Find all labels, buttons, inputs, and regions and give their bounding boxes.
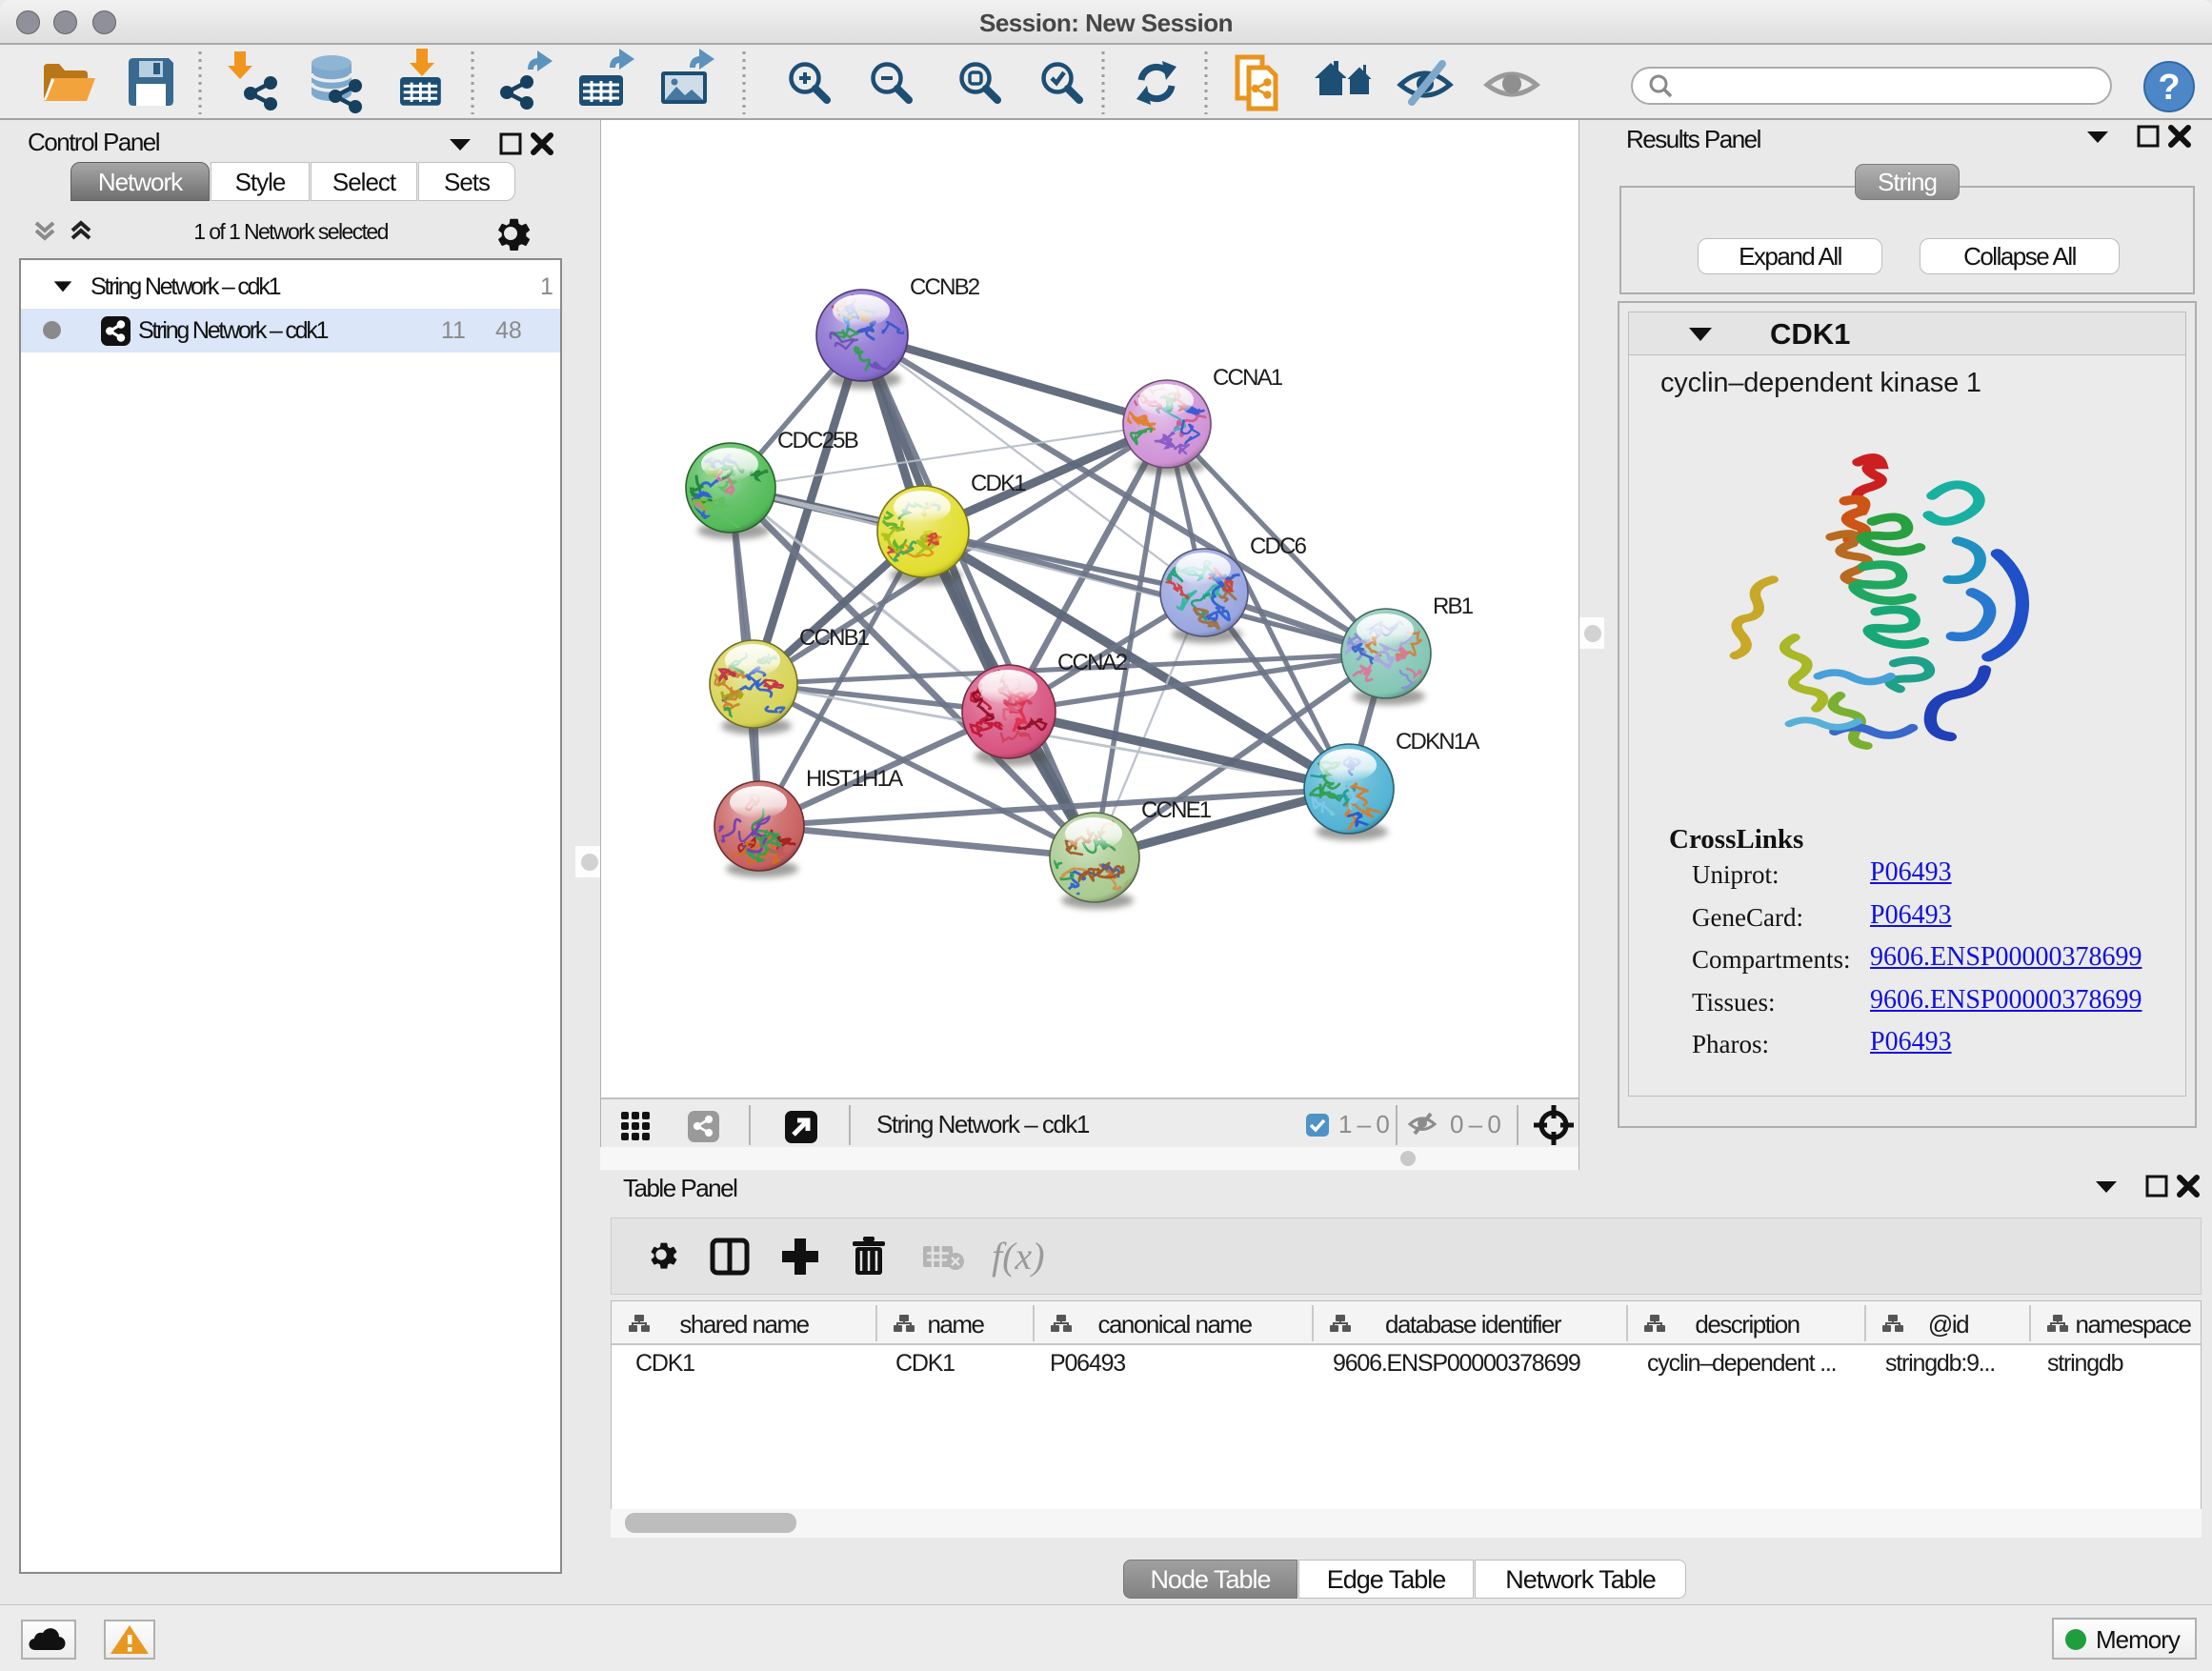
svg-text:CCNB1: CCNB1: [799, 625, 870, 651]
svg-text:CDKN1A: CDKN1A: [1396, 729, 1479, 755]
svg-text:RB1: RB1: [1433, 594, 1474, 619]
svg-text:CCNA1: CCNA1: [1213, 365, 1283, 391]
svg-text:CDC6: CDC6: [1250, 534, 1307, 559]
svg-text:description: description: [1695, 1310, 1799, 1339]
svg-text:CDC25B: CDC25B: [777, 428, 858, 453]
svg-text:?: ?: [2158, 68, 2180, 108]
svg-text:String Network – cdk1: String Network – cdk1: [876, 1110, 1090, 1138]
svg-text:f(x): f(x): [992, 1235, 1045, 1278]
svg-text:namespace: namespace: [2076, 1310, 2192, 1339]
svg-text:CCNA2: CCNA2: [1057, 650, 1128, 675]
svg-text:CCNB2: CCNB2: [910, 274, 980, 300]
svg-text:database identifier: database identifier: [1385, 1310, 1562, 1339]
svg-text:shared name: shared name: [679, 1310, 809, 1339]
svg-text:HIST1H1A: HIST1H1A: [806, 766, 903, 792]
svg-text:1 – 0: 1 – 0: [1338, 1110, 1389, 1138]
svg-text:CDK1: CDK1: [971, 471, 1026, 496]
svg-text:name: name: [927, 1310, 984, 1339]
svg-text:canonical name: canonical name: [1097, 1310, 1252, 1339]
svg-text:CCNE1: CCNE1: [1141, 797, 1212, 823]
svg-text:0 – 0: 0 – 0: [1450, 1110, 1500, 1138]
svg-text:@id: @id: [1928, 1310, 1968, 1339]
